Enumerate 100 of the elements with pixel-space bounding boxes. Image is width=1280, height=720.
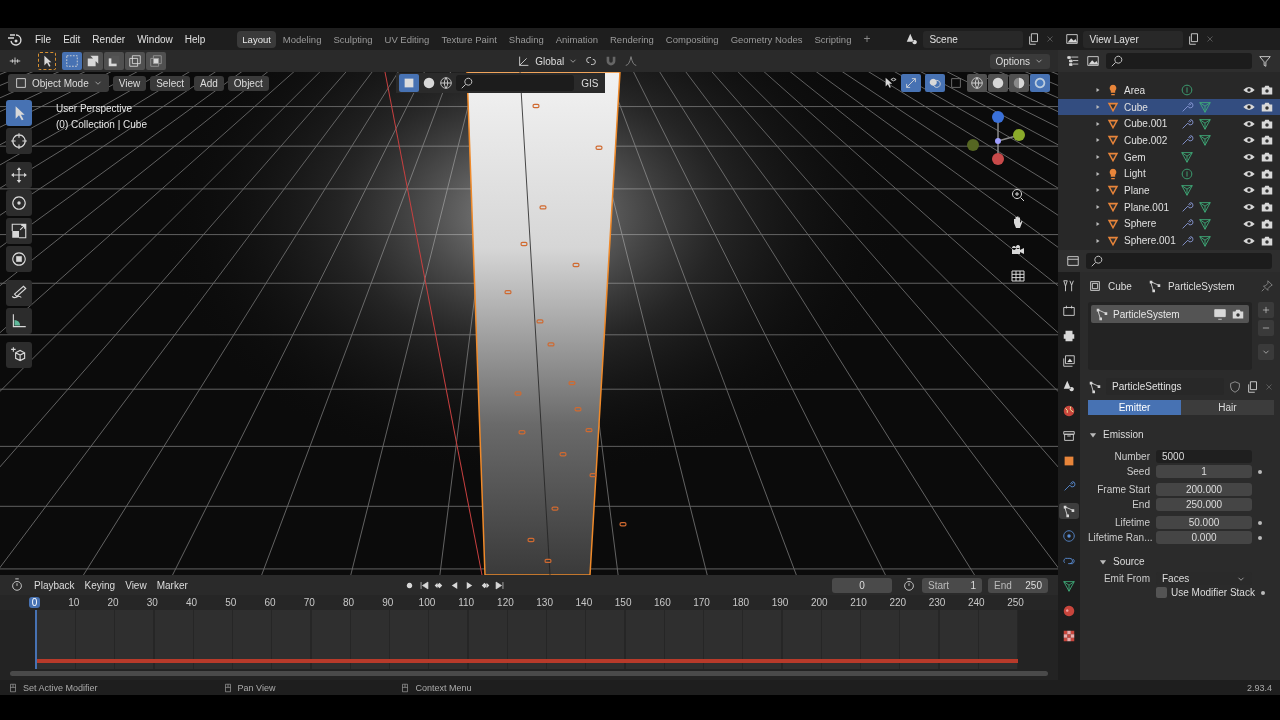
timeline-menu[interactable]: Keying (84, 579, 116, 591)
mesh-data-icon[interactable] (1198, 133, 1212, 148)
particle-settings-field[interactable]: ParticleSettings (1106, 378, 1224, 395)
selection-mode-button[interactable] (104, 52, 124, 70)
workspace-tab[interactable]: UV Editing (379, 30, 435, 48)
list-icon[interactable] (1066, 54, 1080, 68)
light-data-icon[interactable] (1180, 166, 1194, 181)
properties-tab[interactable] (1059, 503, 1079, 519)
workspace-tab[interactable]: Rendering (605, 30, 659, 48)
type-toggle[interactable]: Hair (1181, 400, 1274, 415)
falloff-curve-icon[interactable] (624, 54, 639, 68)
panel-header[interactable]: Emission (1088, 429, 1274, 440)
logo-icon[interactable] (7, 31, 23, 47)
toolbar-tool[interactable] (6, 162, 32, 188)
workspace-tab[interactable]: Shading (503, 30, 549, 48)
mesh-data-icon[interactable] (1180, 150, 1194, 165)
workspace-tab[interactable]: Sculpting (328, 30, 378, 48)
toolbar-tool[interactable] (6, 280, 32, 306)
selectable-button[interactable] (399, 74, 420, 92)
selection-mode-button[interactable] (125, 52, 145, 70)
outliner-row[interactable]: Gem (1058, 148, 1280, 166)
shading-mode-button[interactable] (1030, 74, 1050, 92)
selection-mode-button[interactable] (83, 52, 103, 70)
workspace-tab[interactable]: Texture Paint (436, 30, 502, 48)
mesh-data-icon[interactable] (1198, 233, 1212, 248)
scene-field[interactable]: Scene (923, 30, 1024, 48)
toolbar-tool[interactable] (6, 308, 32, 334)
zoom-icon[interactable] (1010, 187, 1026, 203)
overlay-toggle[interactable] (925, 74, 945, 92)
gizmo-toggle[interactable] (901, 74, 921, 92)
type-toggle[interactable]: Emitter (1088, 400, 1181, 415)
pointer-eye-icon[interactable] (883, 76, 897, 90)
mesh-data-icon[interactable] (1198, 116, 1212, 131)
toolbar-tool[interactable] (6, 190, 32, 216)
workspace-tab[interactable]: Scripting (809, 30, 857, 48)
addon-label[interactable]: GIS (577, 77, 603, 89)
stopwatch-icon[interactable] (902, 578, 916, 592)
outliner-row[interactable]: Plane (1058, 182, 1280, 199)
wrench-icon[interactable] (1180, 116, 1194, 131)
modifier-stack-checkbox[interactable]: Use Modifier Stack (1156, 587, 1255, 598)
add-workspace-button[interactable]: + (858, 32, 876, 46)
workspace-tab[interactable]: Modeling (277, 30, 327, 48)
outliner-row[interactable]: Cube (1058, 98, 1280, 116)
options-dropdown[interactable]: Options (989, 53, 1050, 69)
shading-mode-button[interactable] (1009, 74, 1029, 92)
keyframe-dot[interactable] (1260, 590, 1265, 595)
timeline-menu[interactable]: View (125, 579, 147, 591)
number-field[interactable]: 50.000 (1156, 516, 1252, 529)
outliner-row[interactable]: Light (1058, 165, 1280, 183)
workspace-tab[interactable]: Animation (550, 30, 603, 48)
mesh-data-icon[interactable] (1180, 183, 1194, 198)
editor-type-icon[interactable] (1066, 254, 1080, 268)
image-icon[interactable] (1065, 32, 1080, 46)
monitor-icon[interactable] (1213, 307, 1227, 321)
jump-start-icon[interactable] (419, 579, 431, 591)
selection-mode-button[interactable] (62, 52, 82, 70)
checkbox[interactable] (1156, 587, 1167, 598)
link-icon[interactable] (584, 54, 599, 68)
outliner-row[interactable]: Sphere.001 (1058, 232, 1280, 249)
scrollbar[interactable] (10, 671, 1048, 676)
number-field[interactable]: 200.000 (1156, 483, 1252, 496)
shield-icon[interactable] (1228, 379, 1242, 394)
number-field[interactable]: 1 (1156, 465, 1252, 478)
outliner-row[interactable]: Sphere (1058, 215, 1280, 233)
outliner-row[interactable]: Area (1058, 82, 1280, 99)
number-field[interactable]: 0.000 (1156, 531, 1252, 544)
timeline-menu[interactable]: Playback (34, 579, 75, 591)
wrench-icon[interactable] (1180, 233, 1194, 248)
menu-item[interactable]: Window (131, 33, 179, 45)
outliner-row[interactable]: Cube.001 (1058, 115, 1280, 133)
menu-item[interactable]: Help (178, 33, 212, 45)
orientation-dropdown[interactable]: Global (517, 54, 579, 68)
subpanel-header[interactable]: Source (1098, 556, 1274, 567)
mesh-data-icon[interactable] (1198, 100, 1212, 115)
menu-item[interactable]: Render (86, 33, 132, 45)
keyframe-dot[interactable] (1258, 535, 1262, 540)
search-field[interactable] (456, 75, 575, 91)
mesh-data-icon[interactable] (1198, 200, 1212, 215)
start-frame-field[interactable]: Start 1 (922, 577, 982, 593)
particles-icon[interactable] (1088, 379, 1102, 394)
light-data-icon[interactable] (1180, 83, 1194, 98)
toolbar-tool[interactable] (6, 246, 32, 272)
menu-item[interactable]: Edit (57, 33, 87, 45)
shading-mode-button[interactable] (988, 74, 1008, 92)
menu-item[interactable]: File (29, 33, 58, 45)
current-frame-field[interactable]: 0 (832, 577, 892, 593)
search-field[interactable] (1106, 53, 1252, 69)
toolbar-tool[interactable] (6, 128, 32, 154)
filter-icon[interactable] (1258, 54, 1272, 68)
end-frame-field[interactable]: End 250 (988, 577, 1048, 593)
keyframe-dot[interactable] (1258, 520, 1262, 525)
playhead-frame-label[interactable]: 0 (28, 597, 41, 608)
toolbar-tool[interactable] (6, 218, 32, 244)
outliner-row[interactable]: Cube.002 (1058, 132, 1280, 149)
selection-mode-button[interactable] (146, 52, 166, 70)
number-field[interactable]: 5000 (1156, 450, 1252, 463)
image-icon[interactable] (1086, 54, 1100, 68)
workspace-tab[interactable]: Geometry Nodes (725, 30, 808, 48)
workspace-tab[interactable]: Layout (237, 30, 276, 48)
workspace-tab[interactable]: Compositing (660, 30, 724, 48)
